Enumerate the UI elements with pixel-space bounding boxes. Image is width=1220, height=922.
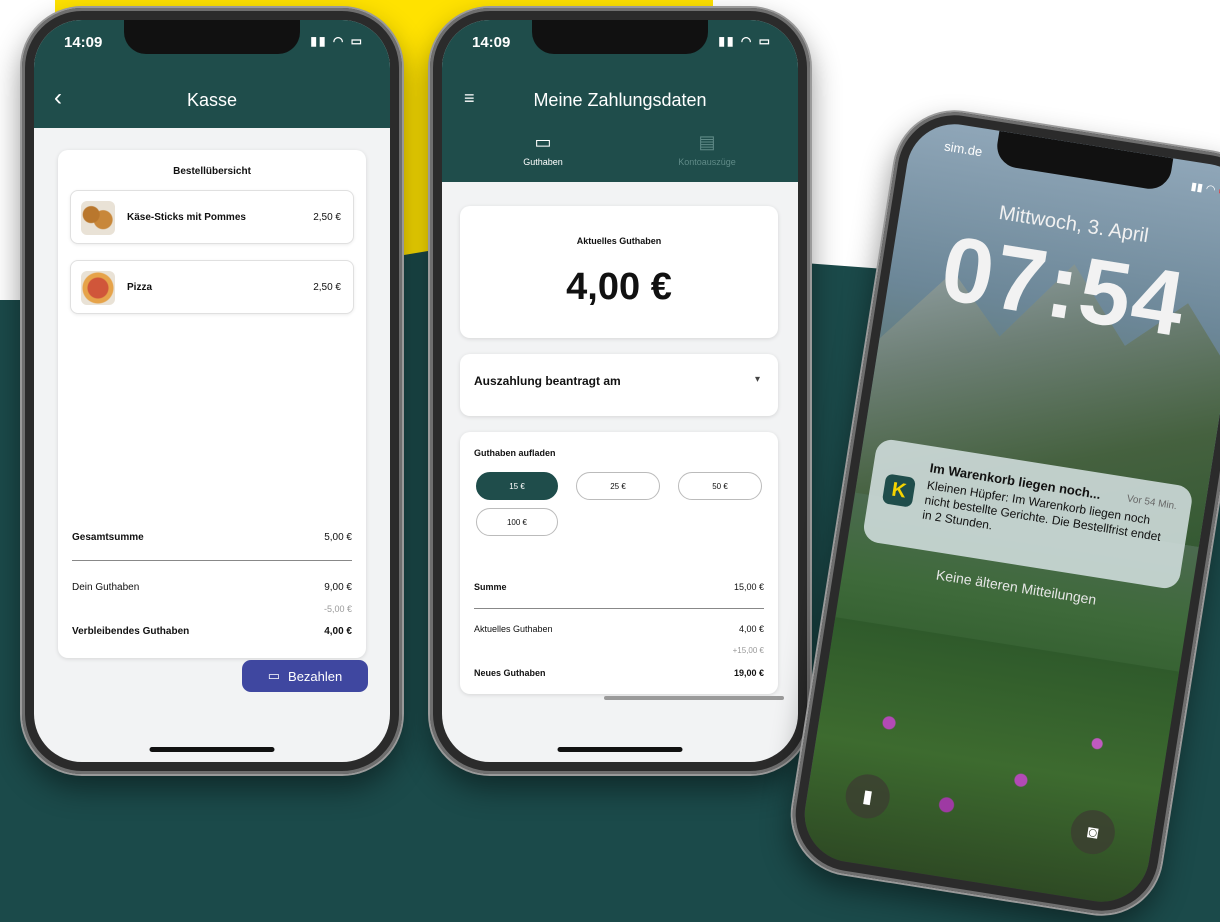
payout-dropdown[interactable]: Auszahlung beantragt am ▾ <box>460 354 778 416</box>
amount-chip[interactable]: 15 € <box>476 472 558 500</box>
notification-time: Vor 54 Min. <box>1125 493 1178 513</box>
divider <box>72 560 352 561</box>
order-summary-card: Bestellübersicht Käse-Sticks mit Pommes … <box>58 150 366 658</box>
amount-chip[interactable]: 100 € <box>476 508 558 536</box>
tab-label: Guthaben <box>523 157 563 167</box>
sum-row: Summe 15,00 € <box>474 582 764 593</box>
current-balance-card: Aktuelles Guthaben 4,00 € <box>460 206 778 338</box>
remaining-label: Verbleibendes Guthaben <box>72 626 190 637</box>
lock-screen: sim.de ▮▮ ◠ ▭ Mittwoch, 3. April 07:54 K… <box>797 117 1220 909</box>
balance-row: Dein Guthaben 9,00 € <box>72 582 352 593</box>
remaining-row: Verbleibendes Guthaben 4,00 € <box>72 626 352 637</box>
home-indicator <box>557 747 683 752</box>
current-balance-amount: 4,00 € <box>566 266 672 308</box>
pay-button-label: Bezahlen <box>288 668 343 684</box>
tab-guthaben[interactable]: ▭ Guthaben <box>468 132 618 167</box>
current-row-value: 4,00 € <box>738 624 764 634</box>
status-time: 14:09 <box>64 34 103 51</box>
tab-kontoauszuege[interactable]: ▤ Kontoauszüge <box>632 132 782 167</box>
new-balance-label: Neues Guthaben <box>474 668 546 678</box>
pay-button[interactable]: ▭ Bezahlen <box>242 660 368 692</box>
app-logo-icon: K <box>881 473 917 508</box>
food-image <box>81 201 115 235</box>
carrier-name: sim.de <box>943 138 984 160</box>
item-price: 2,50 € <box>313 212 341 223</box>
scrollbar[interactable] <box>604 696 784 700</box>
balance-label: Dein Guthaben <box>72 582 140 593</box>
order-item[interactable]: Pizza 2,50 € <box>70 260 354 314</box>
phone-checkout: ‹ Kasse 14:09 ▮▮ ◠ ▭ Bestellübersicht Kä… <box>22 8 402 774</box>
phone-lock-screen: sim.de ▮▮ ◠ ▭ Mittwoch, 3. April 07:54 K… <box>784 103 1220 922</box>
current-balance-label: Aktuelles Guthaben <box>576 236 662 246</box>
total-row: Gesamtsumme 5,00 € <box>72 532 352 543</box>
signal-wifi-battery-icon: ▮▮ ◠ ▭ <box>310 34 364 48</box>
order-item[interactable]: Käse-Sticks mit Pommes 2,50 € <box>70 190 354 244</box>
payment-screen: ≡ Meine Zahlungsdaten ▭ Guthaben ▤ Konto… <box>442 20 798 762</box>
total-label: Gesamtsumme <box>72 532 144 543</box>
new-balance-value: 19,00 € <box>733 668 764 678</box>
status-time: 14:09 <box>472 34 511 51</box>
checkout-screen: ‹ Kasse 14:09 ▮▮ ◠ ▭ Bestellübersicht Kä… <box>34 20 390 762</box>
add-value: +15,00 € <box>732 646 764 655</box>
amount-chip[interactable]: 25 € <box>576 472 660 500</box>
new-balance-row: Neues Guthaben 19,00 € <box>474 668 764 678</box>
balance-value: 9,00 € <box>324 582 352 593</box>
total-value: 5,00 € <box>324 532 352 543</box>
deduction-value: -5,00 € <box>323 604 352 614</box>
sum-label: Summe <box>474 582 507 592</box>
home-indicator <box>149 747 275 752</box>
phone-payment-data: ≡ Meine Zahlungsdaten ▭ Guthaben ▤ Konto… <box>430 8 810 774</box>
amount-chip[interactable]: 50 € <box>678 472 762 500</box>
notch <box>124 20 300 54</box>
notch <box>532 20 708 54</box>
document-icon: ▤ <box>698 132 716 152</box>
payout-label: Auszahlung beantragt am <box>474 374 621 388</box>
topup-card: Guthaben aufladen 15 € 25 € 50 € 100 € S… <box>460 432 778 694</box>
current-row: Aktuelles Guthaben 4,00 € <box>474 624 764 634</box>
item-price: 2,50 € <box>313 282 341 293</box>
card-icon: ▭ <box>267 668 281 683</box>
item-name: Käse-Sticks mit Pommes <box>127 212 246 223</box>
current-row-label: Aktuelles Guthaben <box>474 624 553 634</box>
chevron-down-icon: ▾ <box>754 374 760 385</box>
topup-label: Guthaben aufladen <box>474 448 556 458</box>
food-image <box>81 271 115 305</box>
divider <box>474 608 764 609</box>
order-summary-title: Bestellübersicht <box>173 166 251 177</box>
notch <box>994 130 1174 192</box>
tab-label: Kontoauszüge <box>678 157 736 167</box>
credit-card-icon: ▭ <box>534 132 552 152</box>
signal-wifi-battery-icon: ▮▮ ◠ ▭ <box>718 34 772 48</box>
sum-value: 15,00 € <box>733 582 764 592</box>
item-name: Pizza <box>127 282 153 293</box>
page-title: Meine Zahlungsdaten <box>533 90 707 110</box>
flower-meadow-wallpaper <box>797 617 1180 909</box>
page-title: Kasse <box>186 90 238 110</box>
remaining-value: 4,00 € <box>324 626 352 637</box>
signal-wifi-battery-icon: ▮▮ ◠ ▭ <box>1189 180 1220 199</box>
